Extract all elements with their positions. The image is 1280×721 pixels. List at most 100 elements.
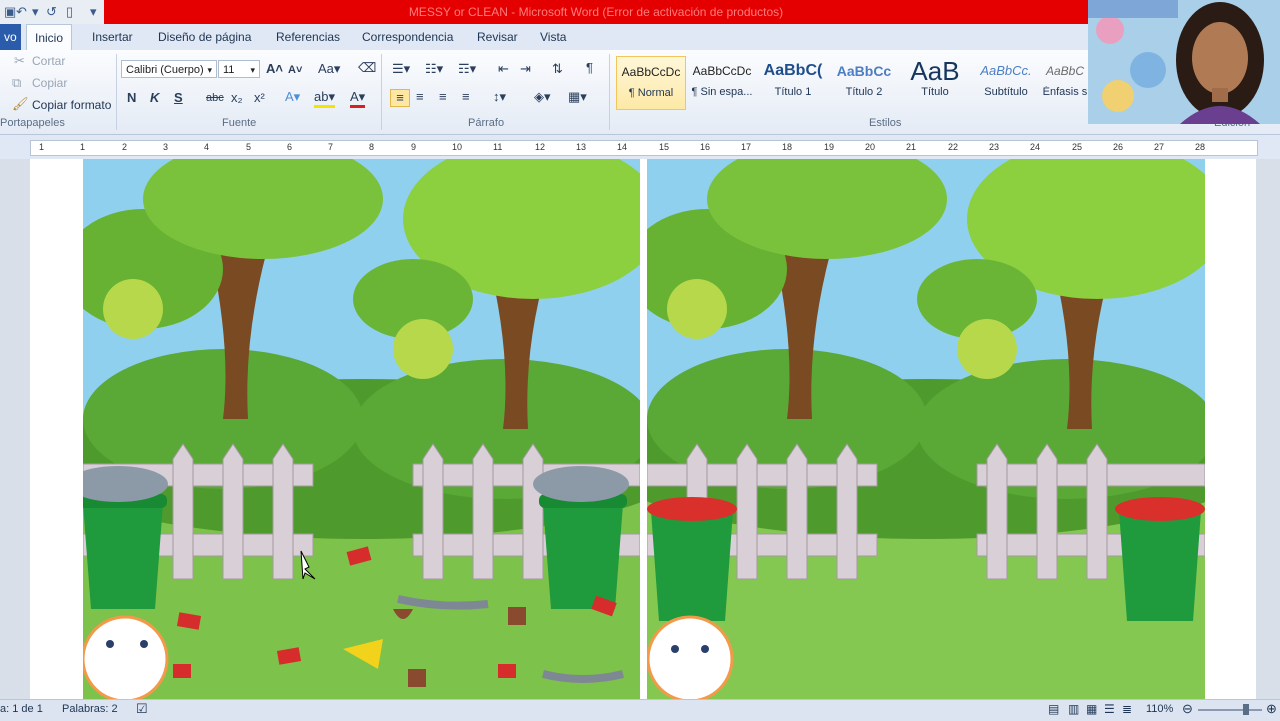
undo-icon[interactable]: ↶ (16, 4, 27, 20)
format-painter-icon: 🖌 (12, 96, 29, 111)
tab-correspondencia[interactable]: Correspondencia (362, 24, 453, 50)
increase-indent-icon[interactable]: ⇥ (520, 61, 531, 77)
tab-inicio[interactable]: Inicio (26, 24, 73, 51)
sort-icon[interactable]: ⇅ (552, 61, 563, 77)
ruler-number: 12 (535, 142, 546, 152)
word-count[interactable]: Palabras: 2 (62, 703, 118, 715)
shrink-font-icon[interactable]: A˅ (288, 62, 302, 78)
ruler-number: 15 (659, 142, 670, 152)
style-heading-1[interactable]: AaBbC( Título 1 (758, 56, 828, 110)
borders-icon[interactable]: ▦▾ (568, 89, 587, 105)
page-count[interactable]: a: 1 de 1 (0, 703, 43, 715)
style-normal[interactable]: AaBbCcDc ¶ Normal (616, 56, 686, 110)
style-heading-2[interactable]: AaBbCc Título 2 (829, 56, 899, 110)
ruler-number: 23 (989, 142, 1000, 152)
horizontal-ruler[interactable]: 1 1 2 3 4 5 6 7 8 9 10 11 12 13 14 15 16 17 18 19 20 21 22 23 24… (30, 140, 1258, 156)
style-no-spacing[interactable]: AaBbCcDc ¶ Sin espa... (687, 56, 757, 110)
superscript-icon[interactable]: x² (254, 90, 265, 106)
webcam-person-image (1088, 0, 1280, 124)
separator (381, 54, 382, 130)
change-case-icon[interactable]: Aa▾ (318, 61, 340, 77)
webcam-overlay (1088, 0, 1280, 124)
style-preview: AaBbCcDc (621, 65, 681, 79)
zoom-level[interactable]: 110% (1146, 703, 1173, 715)
numbering-icon[interactable]: ☷▾ (425, 61, 443, 77)
full-screen-reading-icon[interactable]: ▥ (1068, 702, 1079, 716)
proofing-icon[interactable]: ☑ (136, 701, 148, 717)
copy-button[interactable]: Copiar (32, 76, 67, 90)
format-painter-button[interactable]: Copiar formato (32, 98, 111, 112)
copy-icon: ⧉ (12, 75, 22, 90)
style-subtitle[interactable]: AaBbCc. Subtítulo (971, 56, 1041, 110)
tab-diseno-pagina[interactable]: Diseño de página (158, 24, 251, 50)
font-name-value: Calibri (Cuerpo) (126, 64, 204, 76)
customize-toolbar-icon[interactable]: ▾ (90, 4, 97, 20)
ruler-number: 2 (122, 142, 128, 152)
zoom-in-icon[interactable]: ⊕ (1266, 701, 1277, 717)
multilevel-list-icon[interactable]: ☶▾ (458, 61, 476, 77)
font-size-select[interactable]: 11 ▾ (218, 60, 260, 78)
underline-button[interactable]: S (174, 90, 183, 106)
group-label-styles: Estilos (869, 117, 902, 129)
tab-file[interactable]: vo (0, 24, 21, 50)
shading-icon[interactable]: ◈▾ (534, 89, 551, 105)
line-spacing-icon[interactable]: ↕▾ (493, 89, 506, 105)
tab-insertar[interactable]: Insertar (92, 24, 133, 50)
status-bar: a: 1 de 1 Palabras: 2 ☑ ▤ ▥ ▦ ☰ ≣ 110% ⊖… (0, 699, 1280, 721)
style-name: Subtítulo (984, 86, 1028, 98)
chevron-down-icon: ▾ (207, 65, 212, 75)
ruler-number: 26 (1113, 142, 1124, 152)
tab-revisar[interactable]: Revisar (477, 24, 518, 50)
tab-referencias[interactable]: Referencias (276, 24, 340, 50)
cut-button[interactable]: Cortar (32, 54, 65, 68)
style-name: Énfasis s (1042, 86, 1088, 98)
bullets-icon[interactable]: ☰▾ (392, 61, 410, 77)
ruler-number: 16 (700, 142, 711, 152)
save-icon[interactable]: ▣ (4, 4, 16, 20)
style-name: Título 2 (845, 86, 883, 98)
undo-dropdown-icon[interactable]: ▾ (32, 4, 39, 20)
clean-park-image[interactable] (647, 159, 1205, 699)
subscript-icon[interactable]: x₂ (231, 90, 243, 106)
align-left-icon[interactable]: ≡ (390, 89, 410, 107)
strikethrough-button[interactable]: abc (206, 90, 224, 106)
text-effects-icon[interactable]: A▾ (285, 89, 300, 105)
italic-button[interactable]: K (150, 90, 159, 106)
tab-vista[interactable]: Vista (540, 24, 566, 50)
redo-icon[interactable]: ↺ (46, 4, 57, 20)
new-document-icon[interactable]: ▯ (66, 4, 73, 20)
zoom-slider[interactable] (1198, 709, 1262, 711)
font-name-select[interactable]: Calibri (Cuerpo) ▾ (121, 60, 217, 78)
clear-formatting-icon[interactable]: ⌫ (358, 60, 376, 76)
ruler-number: 28 (1195, 142, 1206, 152)
ruler-number: 10 (452, 142, 463, 152)
messy-park-image[interactable] (83, 159, 640, 699)
grow-font-icon[interactable]: A˄ (266, 61, 283, 77)
zoom-out-icon[interactable]: ⊖ (1182, 701, 1193, 717)
print-layout-icon[interactable]: ▤ (1048, 702, 1059, 716)
chevron-down-icon: ▾ (250, 65, 255, 75)
style-subtle-emphasis[interactable]: AaBbC Énfasis s (1042, 56, 1088, 110)
style-preview: AaBbCc. (980, 63, 1032, 78)
highlight-icon[interactable]: ab▾ (314, 89, 335, 108)
style-title[interactable]: AaB Título (900, 56, 970, 110)
zoom-slider-handle[interactable] (1243, 704, 1249, 715)
align-center-icon[interactable]: ≡ (416, 89, 424, 105)
align-right-icon[interactable]: ≡ (439, 89, 447, 105)
font-color-icon[interactable]: A▾ (350, 89, 366, 108)
outline-view-icon[interactable]: ☰ (1104, 702, 1115, 716)
bold-button[interactable]: N (127, 90, 136, 106)
ruler-number: 14 (617, 142, 628, 152)
show-paragraph-marks-icon[interactable]: ¶ (586, 60, 593, 76)
ruler-number: 18 (782, 142, 793, 152)
ruler-number: 22 (948, 142, 959, 152)
style-preview: AaBbCcDc (692, 64, 752, 78)
style-preview: AaBbC( (763, 62, 823, 79)
justify-icon[interactable]: ≡ (462, 89, 470, 105)
ruler-number: 25 (1072, 142, 1083, 152)
style-preview: AaBbC (1045, 64, 1085, 78)
web-layout-icon[interactable]: ▦ (1086, 702, 1097, 716)
decrease-indent-icon[interactable]: ⇤ (498, 61, 509, 77)
ruler-number: 7 (328, 142, 334, 152)
draft-view-icon[interactable]: ≣ (1122, 702, 1132, 716)
